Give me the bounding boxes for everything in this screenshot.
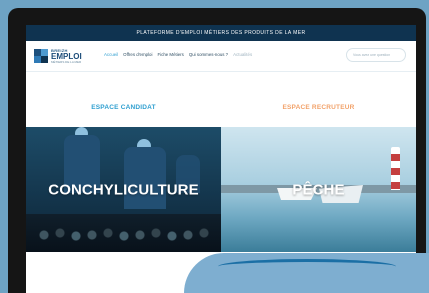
- nav-accueil[interactable]: Accueil: [104, 52, 118, 57]
- monitor-frame: PLATEFORME D'EMPLOI MÉTIERS DES PRODUITS…: [8, 8, 426, 293]
- nav-actualites[interactable]: Actualités: [233, 52, 252, 57]
- espace-recruteur-heading[interactable]: ESPACE RECRUTEUR: [221, 104, 416, 116]
- navigation-bar: BREIZH EMPLOI MÉTIERS DE LA MER Accueil …: [26, 41, 416, 72]
- question-input[interactable]: Vous avez une question: [346, 48, 406, 62]
- nav-offres-emploi[interactable]: Offres d'emploi: [123, 52, 152, 57]
- section-headings: ESPACE CANDIDAT ESPACE RECRUTEUR: [26, 104, 416, 116]
- peche-label: PÊCHE: [292, 181, 345, 198]
- top-banner-text: PLATEFORME D'EMPLOI MÉTIERS DES PRODUITS…: [136, 30, 306, 36]
- main-navigation: Accueil Offres d'emploi Fiche Métiers Qu…: [104, 52, 252, 57]
- logo[interactable]: BREIZH EMPLOI MÉTIERS DE LA MER: [34, 46, 98, 66]
- logo-sub-text: MÉTIERS DE LA MER: [51, 59, 82, 64]
- feature-panels: CONCHYLICULTURE PÊCHE: [26, 127, 416, 252]
- peche-panel[interactable]: PÊCHE: [221, 127, 416, 252]
- decorative-wave-line: [218, 259, 396, 274]
- espace-candidat-heading[interactable]: ESPACE CANDIDAT: [26, 104, 221, 116]
- conchyliculture-label: CONCHYLICULTURE: [48, 181, 199, 198]
- logo-mark-icon: [34, 49, 48, 63]
- logo-text: BREIZH EMPLOI MÉTIERS DE LA MER: [51, 48, 82, 64]
- nav-fiche-metiers[interactable]: Fiche Métiers: [157, 52, 183, 57]
- nav-qui-sommes-nous[interactable]: Qui sommes-nous ?: [189, 52, 228, 57]
- conchyliculture-panel[interactable]: CONCHYLICULTURE: [26, 127, 221, 252]
- worker-figure-2: [124, 147, 166, 209]
- top-banner: PLATEFORME D'EMPLOI MÉTIERS DES PRODUITS…: [26, 25, 416, 41]
- shellfish-pattern: [36, 228, 211, 242]
